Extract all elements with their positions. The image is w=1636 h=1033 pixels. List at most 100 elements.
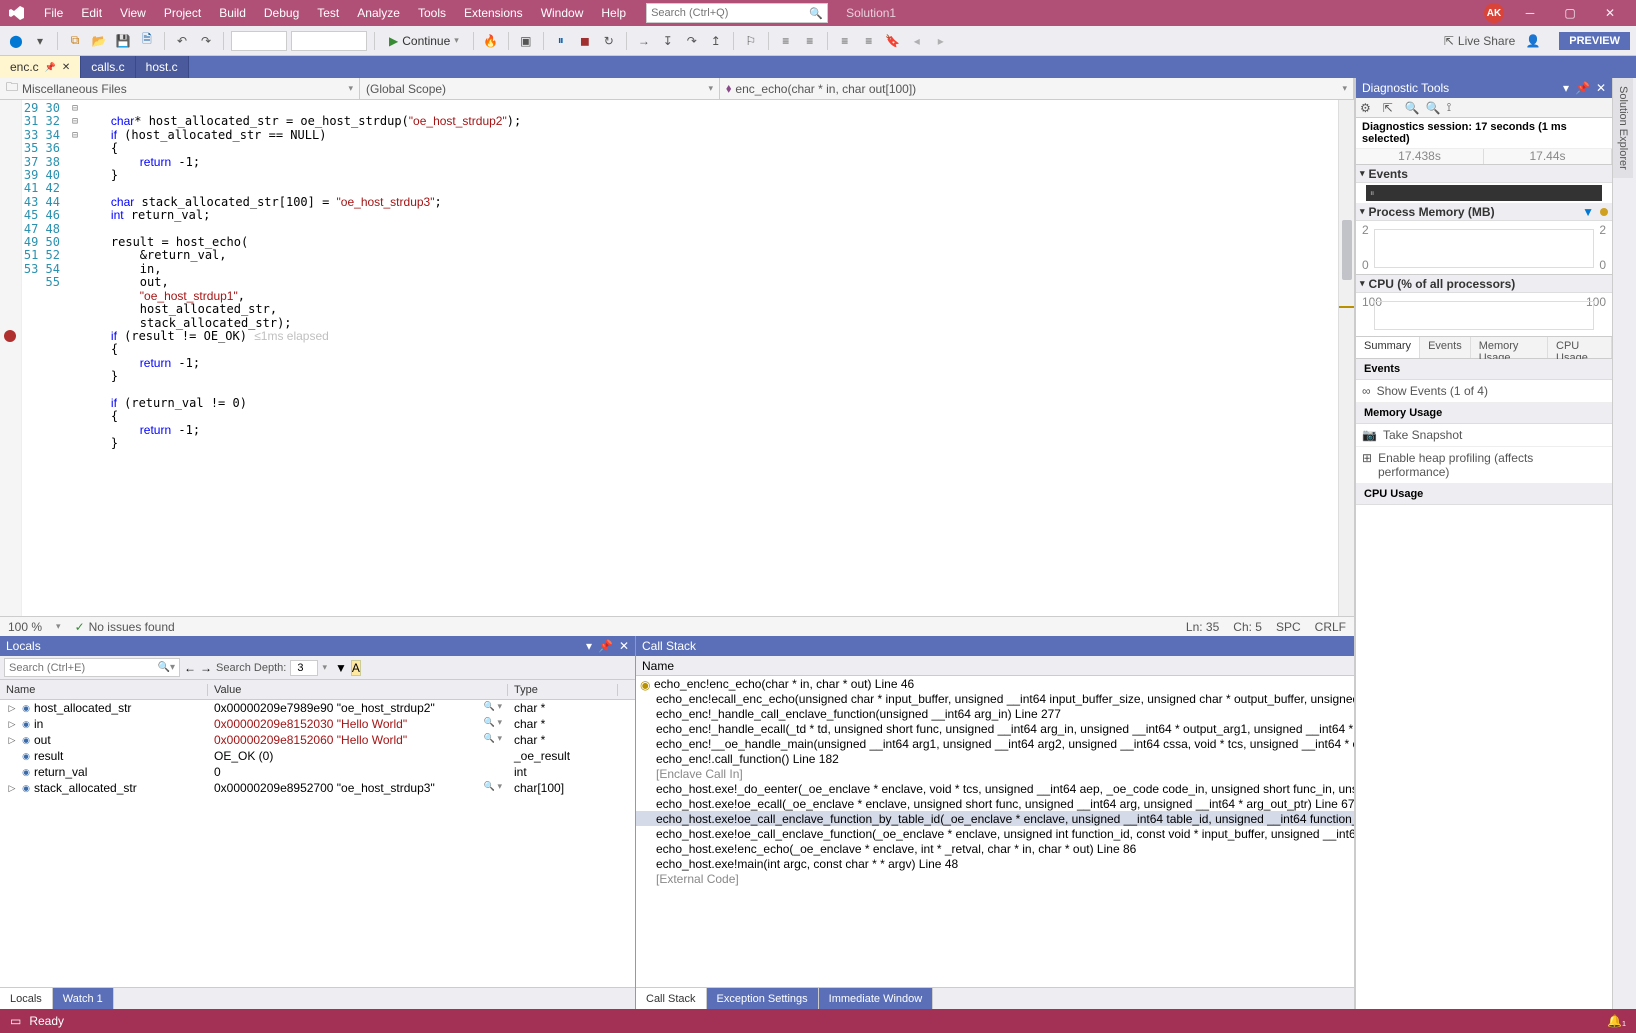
- locals-row[interactable]: ◉ return_val0int: [0, 764, 635, 780]
- take-snapshot-link[interactable]: 📷Take Snapshot: [1356, 424, 1612, 447]
- locals-row[interactable]: ▷◉ host_allocated_str0x00000209e7989e90 …: [0, 700, 635, 716]
- close-button[interactable]: ✕: [1590, 0, 1630, 26]
- preview-badge[interactable]: PREVIEW: [1559, 32, 1630, 50]
- comment-icon[interactable]: ≡: [835, 31, 855, 51]
- zoom-level[interactable]: 100 %: [8, 620, 42, 634]
- tab-enc-c[interactable]: enc.c📌✕: [0, 56, 81, 78]
- immediate-window-tab[interactable]: Immediate Window: [819, 988, 934, 1009]
- glyph-margin[interactable]: [0, 100, 22, 616]
- diagnostic-header[interactable]: Diagnostic Tools ▾📌✕: [1356, 78, 1612, 98]
- close-icon[interactable]: ✕: [62, 62, 70, 73]
- feedback-icon[interactable]: 👤: [1523, 31, 1543, 51]
- locals-tab[interactable]: Locals: [0, 988, 53, 1009]
- global-search-input[interactable]: [651, 7, 809, 19]
- code-content[interactable]: char* host_allocated_str = oe_host_strdu…: [82, 100, 1338, 616]
- class-scope-dropdown[interactable]: (Global Scope)▾: [360, 78, 720, 99]
- show-events-link[interactable]: ∞Show Events (1 of 4): [1356, 380, 1612, 403]
- screenshot-icon[interactable]: ▣: [516, 31, 536, 51]
- line-ending[interactable]: CRLF: [1315, 620, 1346, 634]
- save-icon[interactable]: 💾: [113, 31, 133, 51]
- dropdown-icon[interactable]: ▾: [586, 639, 592, 653]
- solution-explorer-tab[interactable]: Solution Explorer: [1613, 78, 1633, 178]
- next-bookmark-icon[interactable]: ▸: [931, 31, 951, 51]
- step-into-icon[interactable]: ↧: [658, 31, 678, 51]
- code-editor[interactable]: 29 30 31 32 33 34 35 36 37 38 39 40 41 4…: [0, 100, 1354, 616]
- code-scrollbar[interactable]: [1338, 100, 1354, 616]
- summary-tab[interactable]: Summary: [1356, 337, 1420, 358]
- menu-debug[interactable]: Debug: [256, 3, 307, 23]
- locals-row[interactable]: ▷◉ out0x00000209e8152060 "Hello World" 🔍…: [0, 732, 635, 748]
- events-track[interactable]: ⏸: [1366, 185, 1602, 201]
- pin-icon[interactable]: 📌: [45, 62, 56, 73]
- pin-icon[interactable]: 📌: [598, 639, 613, 653]
- diagnostic-timeline[interactable]: 17.438s 17.44s: [1356, 149, 1612, 165]
- tab-host-c[interactable]: host.c: [136, 56, 189, 78]
- close-icon[interactable]: ✕: [1596, 81, 1606, 95]
- solution-name[interactable]: Solution1: [838, 4, 904, 22]
- maximize-button[interactable]: ▢: [1550, 0, 1590, 26]
- user-avatar[interactable]: AK: [1484, 3, 1504, 23]
- function-scope-dropdown[interactable]: ⬧enc_echo(char * in, char out[100])▾: [720, 78, 1354, 99]
- cpu-chart[interactable]: 100 100: [1356, 293, 1612, 337]
- minimize-button[interactable]: ─: [1510, 0, 1550, 26]
- memory-chart[interactable]: 2 2 0 0: [1356, 221, 1612, 275]
- step-out-icon[interactable]: ↥: [706, 31, 726, 51]
- restart-icon[interactable]: ↻: [599, 31, 619, 51]
- new-item-icon[interactable]: ⧉: [65, 31, 85, 51]
- indent-mode[interactable]: SPC: [1276, 620, 1301, 634]
- uncomment-icon[interactable]: ≡: [859, 31, 879, 51]
- menu-file[interactable]: File: [36, 3, 71, 23]
- menu-tools[interactable]: Tools: [410, 3, 454, 23]
- prev-bookmark-icon[interactable]: ◂: [907, 31, 927, 51]
- platform-dropdown[interactable]: [291, 31, 367, 51]
- bookmark-icon[interactable]: 🔖: [883, 31, 903, 51]
- tab-calls-c[interactable]: calls.c: [81, 56, 135, 78]
- save-all-icon[interactable]: 🗎: [137, 31, 157, 51]
- search-fwd-icon[interactable]: →: [200, 661, 212, 675]
- show-next-icon[interactable]: →: [634, 31, 654, 51]
- menu-analyze[interactable]: Analyze: [349, 3, 408, 23]
- exception-settings-tab[interactable]: Exception Settings: [707, 988, 819, 1009]
- global-search[interactable]: 🔍: [646, 3, 828, 23]
- search-back-icon[interactable]: ←: [184, 661, 196, 675]
- col-name[interactable]: Name: [0, 684, 208, 696]
- menu-project[interactable]: Project: [156, 3, 209, 23]
- outdent-icon[interactable]: ≡: [800, 31, 820, 51]
- events-tab[interactable]: Events: [1420, 337, 1471, 358]
- memory-section-header[interactable]: ▾Process Memory (MB)▼: [1356, 203, 1612, 221]
- cpu-section-header[interactable]: ▾CPU (% of all processors): [1356, 275, 1612, 293]
- locals-row[interactable]: ◉ resultOE_OK (0)_oe_result: [0, 748, 635, 764]
- locals-search[interactable]: 🔍▾: [4, 658, 180, 677]
- pause-icon[interactable]: ⏸: [551, 31, 571, 51]
- breakpoint-glyph[interactable]: [4, 330, 16, 342]
- open-icon[interactable]: 📂: [89, 31, 109, 51]
- fold-column[interactable]: ⊟ ⊟ ⊟: [68, 100, 82, 616]
- locals-search-input[interactable]: [9, 662, 158, 674]
- project-scope-dropdown[interactable]: 🗀Miscellaneous Files▾: [0, 78, 360, 99]
- zoom-out-icon[interactable]: 🔍: [1426, 101, 1441, 115]
- menu-help[interactable]: Help: [593, 3, 634, 23]
- scroll-thumb[interactable]: [1342, 220, 1352, 280]
- locals-row[interactable]: ▷◉ in0x00000209e8152030 "Hello World" 🔍 …: [0, 716, 635, 732]
- menu-edit[interactable]: Edit: [73, 3, 110, 23]
- search-depth-select[interactable]: 3: [290, 660, 318, 676]
- breakpoint-icon[interactable]: ⚐: [741, 31, 761, 51]
- continue-button[interactable]: ▶Continue▾: [382, 31, 466, 51]
- step-over-icon[interactable]: ↷: [682, 31, 702, 51]
- cpu-usage-tab[interactable]: CPU Usage: [1548, 337, 1612, 358]
- live-share-button[interactable]: ⇱Live Share: [1444, 34, 1515, 48]
- undo-icon[interactable]: ↶: [172, 31, 192, 51]
- redo-icon[interactable]: ↷: [196, 31, 216, 51]
- indent-icon[interactable]: ≡: [776, 31, 796, 51]
- close-icon[interactable]: ✕: [619, 639, 629, 653]
- enable-heap-link[interactable]: ⊞Enable heap profiling (affects performa…: [1356, 447, 1612, 484]
- events-section-header[interactable]: ▾Events: [1356, 165, 1612, 183]
- menu-build[interactable]: Build: [211, 3, 254, 23]
- reset-zoom-icon[interactable]: ⟟: [1447, 100, 1451, 115]
- nav-fwd-icon[interactable]: ▾: [30, 31, 50, 51]
- nav-back-icon[interactable]: ⬤: [6, 31, 26, 51]
- notifications-icon[interactable]: 🔔₁: [1607, 1014, 1626, 1028]
- config-dropdown[interactable]: [231, 31, 287, 51]
- locals-header[interactable]: Locals ▾📌✕: [0, 636, 635, 656]
- locals-row[interactable]: ▷◉ stack_allocated_str0x00000209e8952700…: [0, 780, 635, 796]
